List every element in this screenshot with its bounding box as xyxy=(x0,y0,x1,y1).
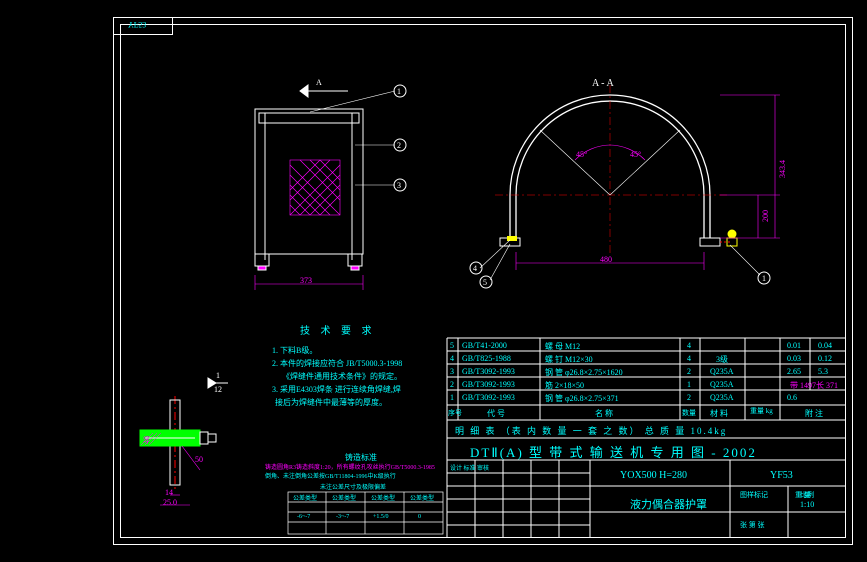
tol-c1: 公差类型 xyxy=(293,493,317,502)
tb-l1: 设计 标准 审核 xyxy=(450,463,489,472)
r5c2: GB/T41-2000 xyxy=(462,341,507,350)
ang-45-l: 45° xyxy=(576,150,587,159)
arrow-A: A xyxy=(316,78,322,87)
dim-48: 48 xyxy=(142,436,151,444)
r5c4: 4 xyxy=(687,341,691,350)
r3c1: 3 xyxy=(450,367,454,376)
r1c6: 0.6 xyxy=(787,393,797,402)
dim-480: 480 xyxy=(600,255,612,264)
leader-1: 1 xyxy=(397,87,401,96)
leader-5: 5 xyxy=(483,278,487,287)
dim-25: 25.0 xyxy=(163,498,177,507)
r4c7: 0.12 xyxy=(818,354,832,363)
r3c5: Q235A xyxy=(710,367,734,376)
tr-l2b: 《焊缝件通用技术条件》的规定。 xyxy=(282,371,402,382)
r1c5: Q235A xyxy=(710,393,734,402)
r2c7: 带 1497长 371 xyxy=(790,380,838,391)
tol-v1: -6~-7 xyxy=(297,514,310,520)
r2c1: 2 xyxy=(450,380,454,389)
r4c5: 3级 xyxy=(716,354,728,365)
leader-4: 4 xyxy=(473,264,477,273)
h-detail: 明 细 表 （表 内 数 量 一 套 之 数） 总 质 量 10.4kg xyxy=(455,424,727,437)
tr-l3: 3. 采用E4303焊条 进行连续角焊缝,焊 xyxy=(272,384,401,395)
h-idx: 序号 xyxy=(448,408,462,418)
scale-top: 1 xyxy=(216,371,220,380)
r2c2: GB/T3092-1993 xyxy=(462,380,515,389)
tol-l2: 倒角、未注倒角公差按GB/T11804-1996中K级执行 xyxy=(265,471,396,480)
r2c5: Q235A xyxy=(710,380,734,389)
tol-l1: 铸造圆角R3铸造斜度1:20，所有螺纹孔攻丝执行GB/T5000.3-1985 xyxy=(265,462,435,471)
main-title: DTⅡ(A) 型 带 式 输 送 机 专 用 图 - 2002 xyxy=(470,442,757,461)
h-wt: 重量 kg xyxy=(750,406,773,416)
r3c6: 2.65 xyxy=(787,367,801,376)
h-mat: 材 料 xyxy=(710,408,728,419)
r4c6: 0.03 xyxy=(787,354,801,363)
r4c2: GB/T825-1988 xyxy=(462,354,511,363)
r3c2: GB/T3092-1993 xyxy=(462,367,515,376)
techreq-title: 技 术 要 求 xyxy=(300,322,376,337)
r4c1: 4 xyxy=(450,354,454,363)
r5c6: 0.01 xyxy=(787,341,801,350)
r1c3: 钢 管 φ26.8×2.75×371 xyxy=(545,393,619,404)
pict-label: 图样标记 xyxy=(740,490,768,500)
section-title: A - A xyxy=(592,78,614,89)
drawing-no: YF53 xyxy=(770,470,793,481)
tol-v3: +1.5/0 xyxy=(373,514,389,520)
tol-sub: 未注公差尺寸及极限偏差 xyxy=(320,482,386,491)
part-name: 液力偶合器护罩 xyxy=(630,496,707,512)
h-note: 附 注 xyxy=(805,408,823,419)
r3c4: 2 xyxy=(687,367,691,376)
scale-bot: 12 xyxy=(214,385,222,394)
leader-1b: 1 xyxy=(762,274,766,283)
dim-14: 14 xyxy=(165,488,173,497)
scale-label: 比例 xyxy=(800,490,814,500)
r5c1: 5 xyxy=(450,341,454,350)
dim-50: 50 xyxy=(195,455,203,464)
h-code: 代 号 xyxy=(487,408,505,419)
tol-c2: 公差类型 xyxy=(332,493,356,502)
r4c4: 4 xyxy=(687,354,691,363)
page: 张 第 张 xyxy=(740,520,765,530)
r2c3: 筋 2×18×50 xyxy=(545,380,584,391)
r1c1: 1 xyxy=(450,393,454,402)
drawing-svg xyxy=(0,0,867,562)
tr-l2: 2. 本件的焊接应符合 JB/T5000.3-1998 xyxy=(272,358,402,369)
r4c3: 螺 钉 M12×30 xyxy=(545,354,593,365)
dim-343: 343.4 xyxy=(778,160,787,178)
leader-2: 2 xyxy=(397,141,401,150)
r5c7: 0.04 xyxy=(818,341,832,350)
tol-v2: -3~-7 xyxy=(336,514,349,520)
tol-c3: 公差类型 xyxy=(371,493,395,502)
ang-45-r: 45° xyxy=(630,150,641,159)
r1c4: 2 xyxy=(687,393,691,402)
tr-l3b: 接后为焊缝件中最薄等的厚度。 xyxy=(275,397,387,408)
h-name: 名 称 xyxy=(595,408,613,419)
r5c3: 螺 母 M12 xyxy=(545,341,580,352)
tol-c4: 公差类型 xyxy=(410,493,434,502)
r3c3: 钢 管 φ26.8×2.75×1620 xyxy=(545,367,623,378)
r1c2: GB/T3092-1993 xyxy=(462,393,515,402)
leader-3: 3 xyxy=(397,181,401,190)
r2c4: 1 xyxy=(687,380,691,389)
r3c7: 5.3 xyxy=(818,367,828,376)
h-qty: 数量 xyxy=(682,408,696,418)
dim-373: 373 xyxy=(300,276,312,285)
scale: 1:10 xyxy=(800,500,814,509)
tol-v4: 0 xyxy=(418,514,421,520)
model: YOX500 H=280 xyxy=(620,470,687,481)
dim-200: 200 xyxy=(761,210,770,222)
tr-l1: 1. 下料B级。 xyxy=(272,345,317,356)
